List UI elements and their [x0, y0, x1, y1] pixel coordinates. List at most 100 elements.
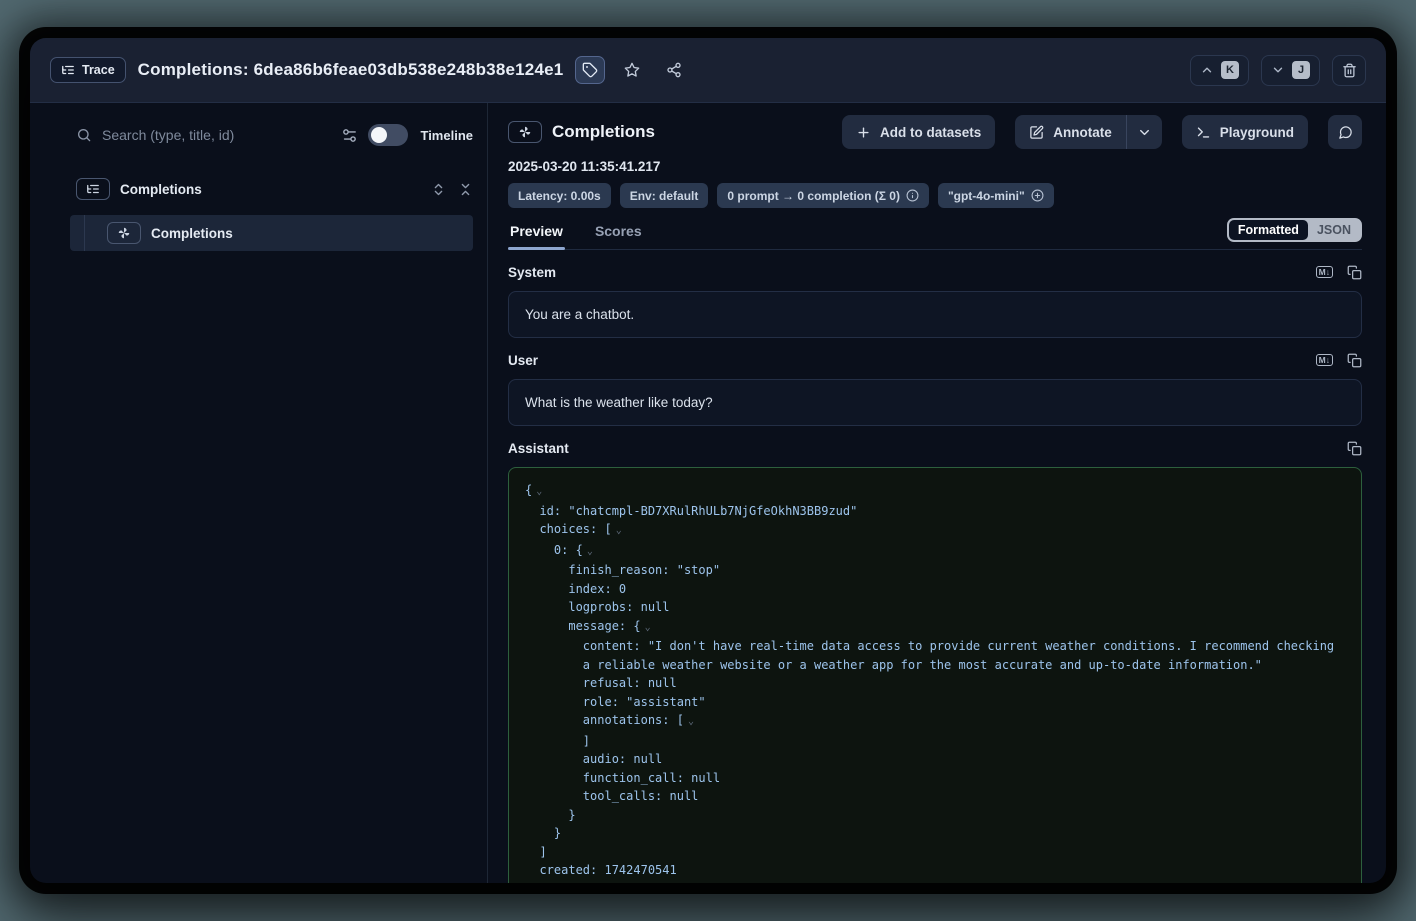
tag-button[interactable] — [575, 56, 605, 84]
env-badge: Env: default — [620, 183, 709, 208]
trace-topbar: Trace Completions: 6dea86b6feae03db538e2… — [30, 38, 1386, 103]
share-icon — [666, 62, 682, 78]
circle-plus-icon[interactable] — [1031, 189, 1044, 202]
chevron-up-icon — [1200, 63, 1214, 77]
delete-trace-button[interactable] — [1332, 55, 1366, 86]
json-line: content: "I don't have real-time data ac… — [525, 637, 1345, 674]
json-line: } — [525, 806, 1345, 825]
user-message-section: User M↓ What is the weather like today? — [508, 348, 1362, 426]
collapse-chevron-icon[interactable]: ⌄ — [587, 546, 593, 557]
trace-node-badge — [76, 178, 110, 200]
assistant-json: {⌄ id: "chatcmpl-BD7XRulRhULb7NjGfeOkhN3… — [508, 467, 1362, 883]
collapse-all-icon[interactable] — [458, 182, 473, 197]
json-line: audio: null — [525, 750, 1345, 769]
trace-badge-label: Trace — [82, 63, 115, 77]
star-button[interactable] — [617, 56, 647, 84]
markdown-toggle-icon[interactable]: M↓ — [1316, 266, 1333, 279]
json-line: function_call: null — [525, 769, 1345, 788]
json-line: annotations: [⌄ — [525, 711, 1345, 732]
playground-label: Playground — [1220, 125, 1294, 140]
tab-scores[interactable]: Scores — [593, 223, 644, 249]
page-title: Completions: 6dea86b6feae03db538e248b38e… — [138, 60, 564, 80]
add-to-datasets-button[interactable]: Add to datasets — [842, 115, 995, 149]
collapse-chevron-icon[interactable]: ⌄ — [688, 716, 694, 727]
copy-icon[interactable] — [1347, 265, 1362, 280]
json-line: ] — [525, 732, 1345, 751]
json-line: id: "chatcmpl-BD7XRulRhULb7NjGfeOkhN3BB9… — [525, 502, 1345, 521]
playground-button[interactable]: Playground — [1182, 115, 1308, 149]
timeline-toggle[interactable] — [368, 124, 408, 146]
trace-tree-sidebar: Timeline Completions — [30, 103, 488, 883]
kbd-j: J — [1292, 61, 1310, 79]
observation-detail-panel: Completions Add to datasets Annotate — [488, 103, 1386, 883]
system-message-section: System M↓ You are a chatbot. — [508, 260, 1362, 338]
list-tree-icon — [61, 63, 75, 77]
comment-bubble-icon — [1338, 125, 1353, 140]
chevron-down-icon — [1271, 63, 1285, 77]
system-label: System — [508, 265, 1316, 280]
tag-icon — [582, 62, 598, 78]
search-icon — [76, 127, 92, 143]
next-trace-button[interactable]: J — [1261, 55, 1320, 86]
collapse-chevron-icon[interactable]: ⌄ — [536, 486, 542, 497]
terminal-icon — [1196, 125, 1211, 140]
json-line: created: 1742470541 — [525, 861, 1345, 880]
collapse-chevron-icon[interactable]: ⌄ — [616, 525, 622, 536]
search-input[interactable] — [102, 127, 331, 143]
json-line: } — [525, 824, 1345, 843]
json-line: message: {⌄ — [525, 617, 1345, 638]
json-line: role: "assistant" — [525, 693, 1345, 712]
generation-pinwheel-icon — [518, 125, 532, 139]
copy-icon[interactable] — [1347, 353, 1362, 368]
add-to-datasets-label: Add to datasets — [880, 125, 981, 140]
assistant-message-section: Assistant {⌄ id: "chatcmpl-BD7XRulRhULb7… — [508, 436, 1362, 883]
annotate-label: Annotate — [1053, 125, 1112, 140]
format-toggle: Formatted JSON — [1227, 218, 1362, 242]
prev-trace-button[interactable]: K — [1190, 55, 1249, 86]
trash-icon — [1342, 63, 1357, 78]
assistant-label: Assistant — [508, 441, 1347, 456]
generation-pinwheel-icon — [117, 226, 131, 240]
annotate-menu-button[interactable] — [1127, 115, 1162, 149]
annotate-pen-icon — [1029, 125, 1044, 140]
format-toggle-json[interactable]: JSON — [1308, 220, 1360, 240]
format-toggle-formatted[interactable]: Formatted — [1229, 220, 1308, 240]
tree-child-label: Completions — [151, 226, 233, 241]
trace-type-badge: Trace — [50, 57, 126, 83]
json-line: 0: {⌄ — [525, 541, 1345, 562]
expand-all-icon[interactable] — [431, 182, 446, 197]
app-window: Trace Completions: 6dea86b6feae03db538e2… — [30, 38, 1386, 883]
timeline-label: Timeline — [420, 128, 473, 143]
user-message-content: What is the weather like today? — [508, 379, 1362, 426]
json-line: refusal: null — [525, 674, 1345, 693]
json-line: choices: [⌄ — [525, 520, 1345, 541]
annotate-button[interactable]: Annotate — [1015, 115, 1126, 149]
markdown-toggle-icon[interactable]: M↓ — [1316, 354, 1333, 367]
tree-root-trace[interactable]: Completions — [76, 175, 473, 203]
timestamp: 2025-03-20 11:35:41.217 — [508, 159, 1362, 174]
info-icon[interactable] — [906, 189, 919, 202]
json-line: index: 0 — [525, 580, 1345, 599]
model-badge: "gpt-4o-mini" — [938, 183, 1054, 208]
tab-preview[interactable]: Preview — [508, 223, 565, 249]
list-tree-icon — [86, 182, 100, 196]
kbd-k: K — [1221, 61, 1239, 79]
toggle-knob — [371, 127, 387, 143]
share-button[interactable] — [659, 56, 689, 84]
plus-icon — [856, 125, 871, 140]
comments-button[interactable] — [1328, 115, 1362, 149]
latency-badge: Latency: 0.00s — [508, 183, 611, 208]
json-line: ] — [525, 843, 1345, 862]
annotate-split-button: Annotate — [1015, 115, 1162, 149]
collapse-chevron-icon[interactable]: ⌄ — [645, 622, 651, 633]
json-line: {⌄ — [525, 481, 1345, 502]
filter-settings-icon[interactable] — [341, 127, 358, 144]
json-line: tool_calls: null — [525, 787, 1345, 806]
json-line: logprobs: null — [525, 598, 1345, 617]
tree-item-completions-selected[interactable]: Completions — [70, 215, 473, 251]
copy-icon[interactable] — [1347, 441, 1362, 456]
observation-tree: Completions Completions — [76, 175, 473, 251]
json-line: finish_reason: "stop" — [525, 561, 1345, 580]
user-label: User — [508, 353, 1316, 368]
system-message-content: You are a chatbot. — [508, 291, 1362, 338]
